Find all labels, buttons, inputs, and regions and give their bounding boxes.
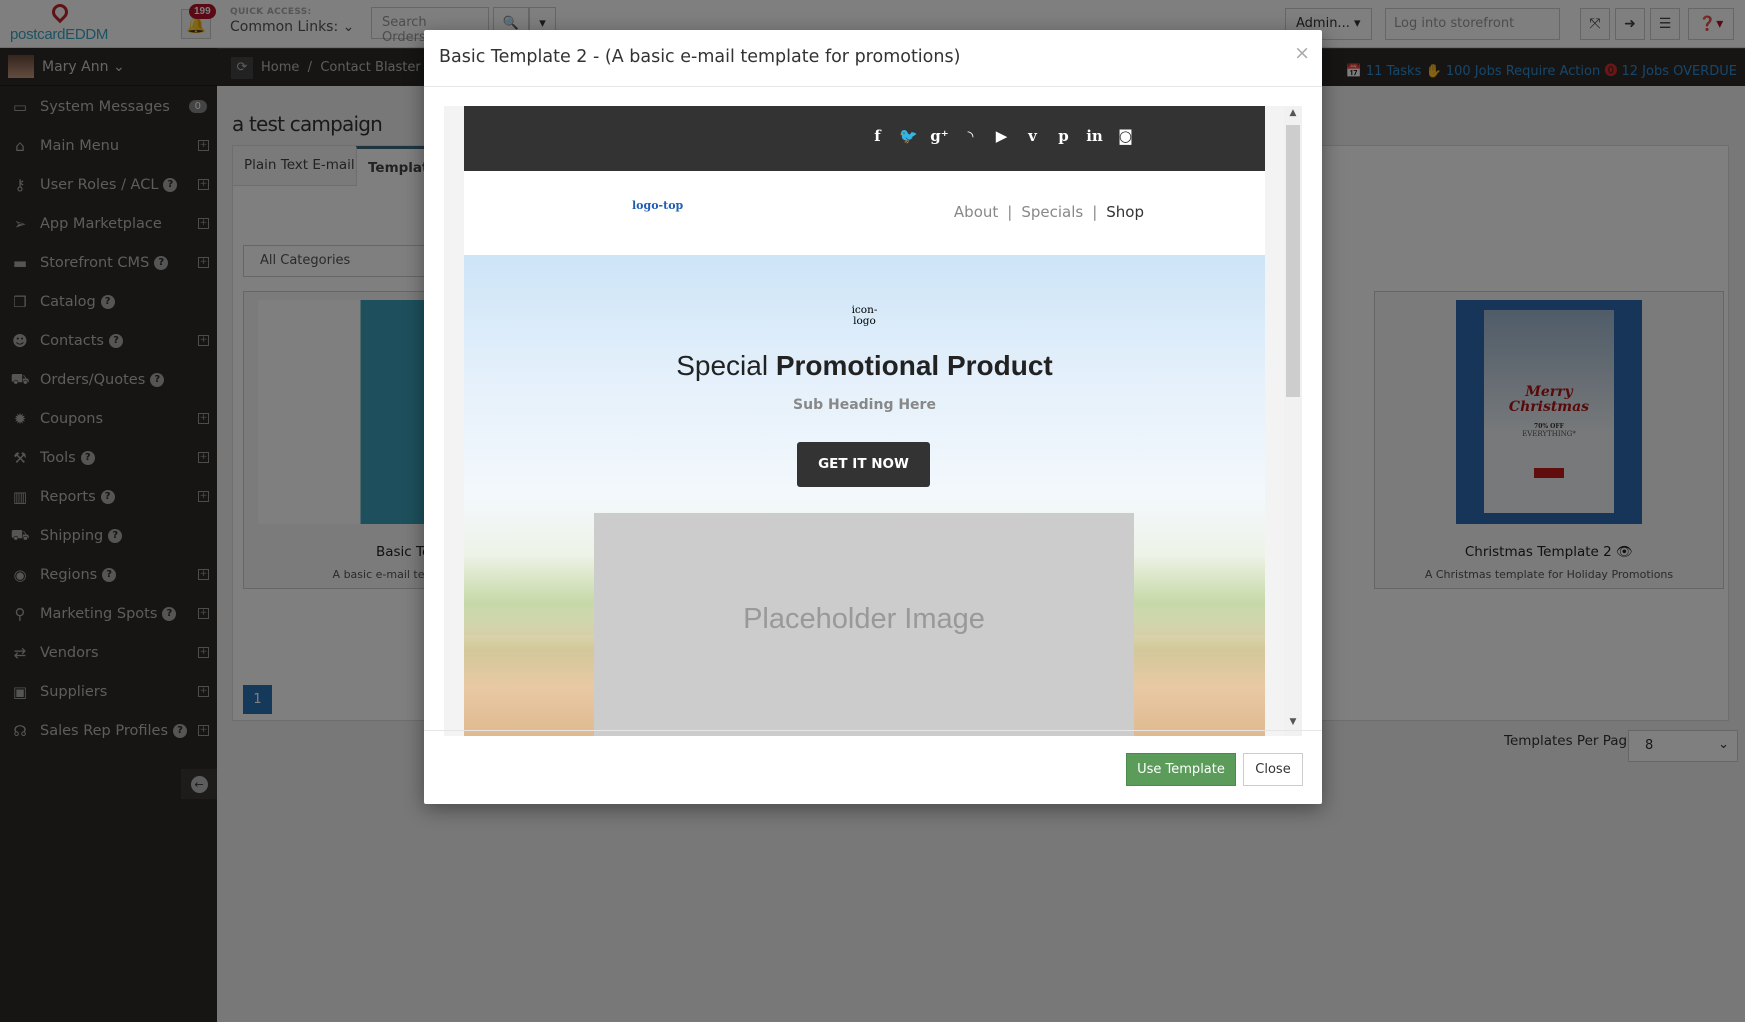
icon-logo-text: logo (853, 315, 876, 327)
nav-specials[interactable]: Specials (1021, 203, 1083, 221)
hero-heading-bold: Promotional Product (775, 350, 1053, 381)
preview-scrollbar[interactable]: ▲ ▼ (1284, 106, 1302, 736)
modal-header: Basic Template 2 - (A basic e-mail templ… (424, 30, 1322, 87)
hero-heading: Special Promotional Product (464, 350, 1265, 382)
get-it-now-button[interactable]: GET IT NOW (797, 442, 930, 487)
youtube-icon[interactable]: ▶ (992, 127, 1011, 145)
twitter-icon[interactable]: 🐦 (899, 127, 918, 145)
social-icons: f 🐦 g⁺ ◝ ▶ v p in ◙ (868, 127, 1135, 145)
nav-shop[interactable]: Shop (1106, 203, 1144, 221)
modal-close-icon[interactable]: × (1294, 42, 1310, 64)
linkedin-icon[interactable]: in (1085, 127, 1104, 145)
modal-footer: Use Template Close (424, 730, 1322, 804)
use-template-button[interactable]: Use Template (1126, 753, 1236, 786)
icon-logo-image: icon-logo (464, 305, 1265, 327)
email-nav-links: About | Specials | Shop (954, 203, 1144, 221)
instagram-icon[interactable]: ◙ (1116, 127, 1135, 145)
nav-separator: | (1007, 203, 1013, 221)
email-preview: f 🐦 g⁺ ◝ ▶ v p in ◙ logo-top About | Specials | Shop… (464, 106, 1265, 736)
hero-heading-light: Special (676, 350, 776, 381)
google-plus-icon[interactable]: g⁺ (930, 127, 949, 145)
nav-separator: | (1092, 203, 1098, 221)
placeholder-image: Placeholder Image (594, 513, 1134, 736)
modal-title: Basic Template 2 - (A basic e-mail templ… (439, 47, 961, 67)
hero-section: icon-logo Special Promotional Product Su… (464, 255, 1265, 736)
template-preview-modal: Basic Template 2 - (A basic e-mail templ… (424, 30, 1322, 804)
facebook-icon[interactable]: f (868, 127, 887, 145)
pinterest-icon[interactable]: p (1054, 127, 1073, 145)
social-bar: f 🐦 g⁺ ◝ ▶ v p in ◙ (464, 106, 1265, 171)
email-nav: logo-top About | Specials | Shop (464, 171, 1265, 255)
scroll-up-icon[interactable]: ▲ (1284, 108, 1302, 125)
nav-about[interactable]: About (954, 203, 998, 221)
scrollbar-thumb[interactable] (1286, 125, 1300, 397)
hero-subheading: Sub Heading Here (793, 397, 936, 413)
logo-top-image[interactable]: logo-top (632, 199, 683, 212)
vimeo-icon[interactable]: v (1023, 127, 1042, 145)
close-button[interactable]: Close (1243, 753, 1303, 786)
template-preview-frame: f 🐦 g⁺ ◝ ▶ v p in ◙ logo-top About | Specials | Shop… (444, 106, 1302, 736)
rss-icon[interactable]: ◝ (961, 127, 980, 145)
